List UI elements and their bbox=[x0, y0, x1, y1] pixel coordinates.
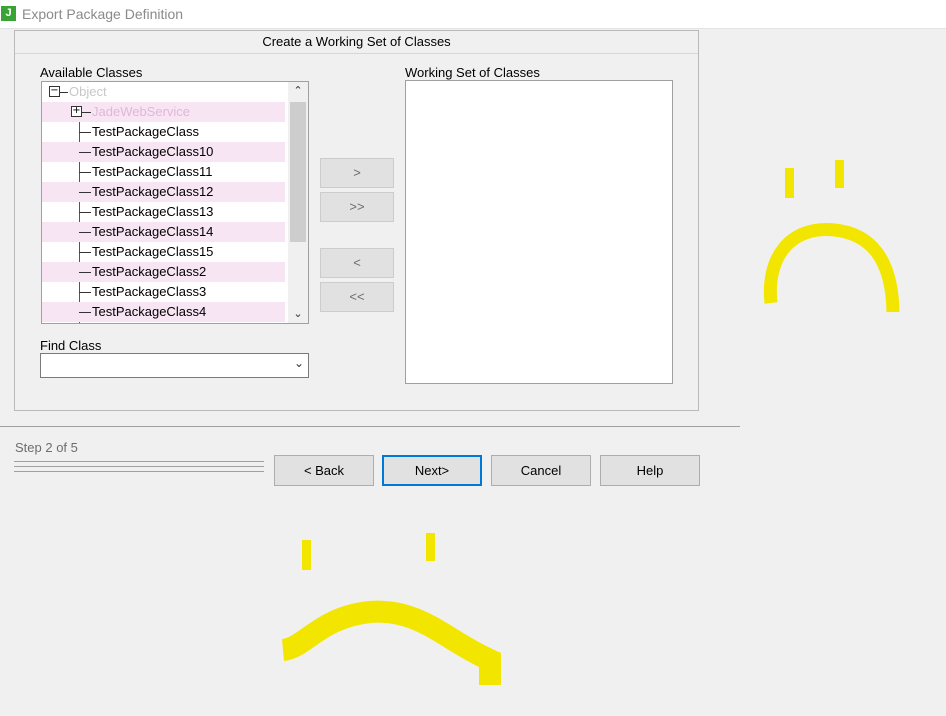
tree-item-label: TestPackageClass15 bbox=[92, 244, 214, 259]
tree-item-label: JadeWebService bbox=[92, 104, 191, 119]
scroll-up-icon[interactable]: ⌃ bbox=[288, 82, 308, 100]
tree-item[interactable]: TestPackageClass14 bbox=[42, 222, 285, 242]
remove-all-classes-button[interactable]: << bbox=[320, 282, 394, 312]
tree-item[interactable]: TestPackageClass2 bbox=[42, 262, 285, 282]
collapse-icon[interactable]: − bbox=[49, 86, 60, 97]
tree-item-jadewebservice[interactable]: + JadeWebService bbox=[42, 102, 285, 122]
chevron-down-icon[interactable]: ⌄ bbox=[294, 356, 304, 370]
tree-item-label: TestPackageClass11 bbox=[92, 164, 213, 179]
doodle-frown bbox=[763, 223, 900, 313]
find-class-label: Find Class bbox=[40, 338, 102, 353]
tree-item-label: TestPackageClass bbox=[92, 124, 199, 139]
app-logo-icon: J bbox=[1, 6, 16, 21]
doodle-frown bbox=[280, 600, 501, 685]
tree-item-label: TestPackageClass3 bbox=[92, 284, 207, 299]
tree-item-label: TestPackageClass2 bbox=[92, 264, 207, 279]
step-indicator: Step 2 of 5 bbox=[15, 440, 78, 455]
tree-item-label: TestPackageClass12 bbox=[92, 184, 214, 199]
panel-header: Create a Working Set of Classes bbox=[15, 31, 698, 54]
tree-scrollbar[interactable]: ⌃ ⌄ bbox=[288, 82, 308, 323]
sad-face-doodle-right bbox=[763, 160, 900, 313]
expand-icon[interactable]: + bbox=[71, 106, 82, 117]
footer-separator bbox=[0, 426, 740, 427]
scroll-down-icon[interactable]: ⌄ bbox=[288, 305, 308, 323]
tree-item[interactable]: TestPackageClass10 bbox=[42, 142, 285, 162]
doodle-eye bbox=[835, 160, 844, 188]
window-title: Export Package Definition bbox=[22, 6, 184, 22]
add-class-button[interactable]: > bbox=[320, 158, 394, 188]
cancel-button[interactable]: Cancel bbox=[491, 455, 591, 486]
help-button[interactable]: Help bbox=[600, 455, 700, 486]
available-classes-tree[interactable]: − Object + JadeWebService TestPackageCla… bbox=[41, 81, 309, 324]
tree-item-label: TestPackageClass13 bbox=[92, 204, 214, 219]
tree-item[interactable]: TestPackageClass4 bbox=[42, 302, 285, 322]
remove-class-button[interactable]: < bbox=[320, 248, 394, 278]
find-class-combobox[interactable]: ⌄ bbox=[40, 353, 309, 378]
tree-item-label: Object bbox=[69, 84, 107, 99]
sad-face-doodle-bottom bbox=[280, 533, 501, 685]
doodle-eye bbox=[426, 533, 435, 561]
tree-item[interactable]: TestPackageClass12 bbox=[42, 182, 285, 202]
class-selection-panel: Create a Working Set of Classes Availabl… bbox=[14, 30, 699, 411]
working-set-list[interactable] bbox=[405, 80, 673, 384]
back-button[interactable]: < Back bbox=[274, 455, 374, 486]
tree-item-label: TestPackageClass14 bbox=[92, 224, 214, 239]
tree-item-label: TestPackageClass10 bbox=[92, 144, 214, 159]
available-classes-label: Available Classes bbox=[40, 65, 143, 80]
doodle-eye bbox=[785, 168, 794, 198]
tree-item[interactable]: TestPackageClass bbox=[42, 122, 285, 142]
add-all-classes-button[interactable]: >> bbox=[320, 192, 394, 222]
next-button[interactable]: Next> bbox=[382, 455, 482, 486]
step-progress-lines bbox=[14, 461, 264, 476]
tree-item-label: TestPackageClass4 bbox=[92, 304, 207, 319]
tree-item[interactable]: TestPackageClass3 bbox=[42, 282, 285, 302]
title-bar: J Export Package Definition bbox=[0, 0, 946, 29]
tree-item[interactable]: TestPackageClass13 bbox=[42, 202, 285, 222]
doodle-eye bbox=[302, 540, 311, 570]
tree-item[interactable]: TestPackageClass15 bbox=[42, 242, 285, 262]
scroll-thumb[interactable] bbox=[290, 102, 306, 242]
working-set-label: Working Set of Classes bbox=[405, 65, 540, 80]
tree-root-item[interactable]: − Object bbox=[42, 82, 285, 102]
tree-item[interactable]: TestPackageClass11 bbox=[42, 162, 285, 182]
